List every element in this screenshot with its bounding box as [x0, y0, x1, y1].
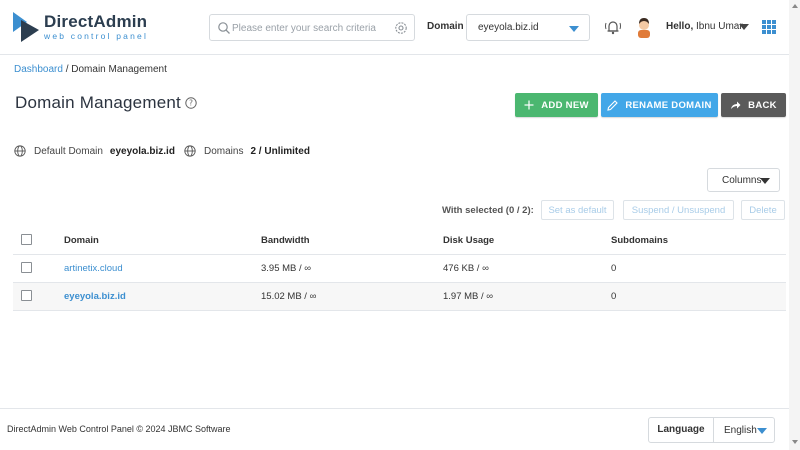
select-all-checkbox[interactable] — [21, 234, 32, 245]
subdomains-value: 0 — [611, 263, 617, 274]
delete-button[interactable]: Delete — [741, 200, 785, 220]
header-bandwidth[interactable]: Bandwidth — [261, 235, 310, 246]
add-new-label: ADD NEW — [541, 99, 589, 111]
help-icon[interactable]: ? — [185, 97, 197, 109]
domains-table: Domain Bandwidth Disk Usage Subdomains a… — [13, 227, 786, 311]
search-box — [209, 14, 415, 41]
domains-label: Domains — [204, 145, 244, 157]
back-label: BACK — [748, 99, 777, 111]
row-checkbox[interactable] — [21, 262, 32, 273]
search-icon — [218, 22, 230, 34]
svg-text:?: ? — [189, 99, 193, 108]
columns-label: Columns — [722, 175, 762, 186]
scroll-up-icon[interactable] — [792, 4, 798, 8]
domains-count-info: Domains 2 / Unlimited — [184, 145, 310, 157]
language-selector[interactable]: Language English — [648, 417, 775, 443]
logo-title: DirectAdmin — [44, 12, 148, 31]
breadcrumb: Dashboard / Domain Management — [14, 64, 167, 75]
page-footer: DirectAdmin Web Control Panel © 2024 JBM… — [0, 408, 789, 450]
hello-prefix: Hello, — [666, 21, 694, 32]
domains-value: 2 / Unlimited — [250, 145, 310, 157]
table-row: artinetix.cloud 3.95 MB / ∞ 476 KB / ∞ 0 — [13, 255, 786, 283]
bandwidth-value: 3.95 MB / ∞ — [261, 263, 312, 274]
default-domain-info: Default Domain eyeyola.biz.id — [14, 145, 175, 157]
add-new-button[interactable]: ADD NEW — [515, 93, 598, 117]
columns-button[interactable]: Columns — [707, 168, 780, 192]
chevron-down-icon — [760, 178, 770, 184]
apps-grid-icon[interactable] — [762, 20, 776, 34]
notification-bell-icon[interactable] — [603, 17, 623, 37]
with-selected-label: With selected (0 / 2): — [442, 205, 534, 216]
back-button[interactable]: BACK — [721, 93, 786, 117]
scroll-down-icon[interactable] — [792, 440, 798, 444]
chevron-down-icon — [757, 428, 767, 434]
breadcrumb-current: Domain Management — [71, 64, 167, 75]
user-greeting[interactable]: Hello, Ibnu Umar — [666, 21, 743, 32]
domain-link[interactable]: eyeyola.biz.id — [64, 291, 126, 302]
page-title: Domain Management — [15, 93, 181, 112]
pencil-icon — [607, 99, 619, 111]
subdomains-value: 0 — [611, 291, 617, 302]
domain-select[interactable]: eyeyola.biz.id — [466, 14, 590, 41]
header-domain[interactable]: Domain — [64, 235, 99, 246]
table-row: eyeyola.biz.id 15.02 MB / ∞ 1.97 MB / ∞ … — [13, 283, 786, 311]
rename-domain-button[interactable]: RENAME DOMAIN — [601, 93, 718, 117]
user-menu-chevron-icon[interactable] — [739, 24, 749, 30]
row-checkbox[interactable] — [21, 290, 32, 301]
rename-domain-label: RENAME DOMAIN — [625, 99, 712, 111]
default-domain-label: Default Domain — [34, 145, 103, 157]
top-header: DirectAdmin web control panel Domain eye… — [0, 0, 789, 55]
breadcrumb-separator: / — [65, 64, 69, 75]
logo-subtitle: web control panel — [44, 31, 149, 41]
breadcrumb-dashboard-link[interactable]: Dashboard — [14, 64, 63, 75]
language-value: English — [724, 425, 757, 436]
bandwidth-value: 15.02 MB / ∞ — [261, 291, 317, 302]
page-scrollbar[interactable] — [789, 0, 800, 450]
suspend-unsuspend-button[interactable]: Suspend / Unsuspend — [623, 200, 734, 220]
header-subdomains[interactable]: Subdomains — [611, 235, 668, 246]
directadmin-logo[interactable]: DirectAdmin web control panel — [13, 12, 148, 42]
avatar[interactable] — [635, 16, 653, 38]
default-domain-value: eyeyola.biz.id — [109, 145, 175, 157]
gear-icon[interactable] — [394, 21, 408, 35]
plus-icon — [524, 100, 534, 110]
table-header: Domain Bandwidth Disk Usage Subdomains — [13, 227, 786, 255]
search-input[interactable] — [232, 18, 392, 38]
chevron-down-icon — [569, 26, 579, 32]
user-name: Ibnu Umar — [696, 21, 743, 32]
globe-icon — [184, 145, 196, 157]
copyright-text: DirectAdmin Web Control Panel © 2024 JBM… — [7, 424, 231, 434]
header-disk-usage[interactable]: Disk Usage — [443, 235, 494, 246]
domain-select-value: eyeyola.biz.id — [478, 22, 539, 33]
set-default-button[interactable]: Set as default — [541, 200, 614, 220]
domain-label: Domain — [427, 21, 464, 32]
globe-icon — [14, 145, 26, 157]
disk-usage-value: 1.97 MB / ∞ — [443, 291, 494, 302]
domain-link[interactable]: artinetix.cloud — [64, 263, 123, 274]
logo-arrows-icon — [13, 12, 39, 42]
language-label: Language — [649, 418, 714, 442]
disk-usage-value: 476 KB / ∞ — [443, 263, 489, 274]
share-arrow-icon — [731, 101, 741, 109]
